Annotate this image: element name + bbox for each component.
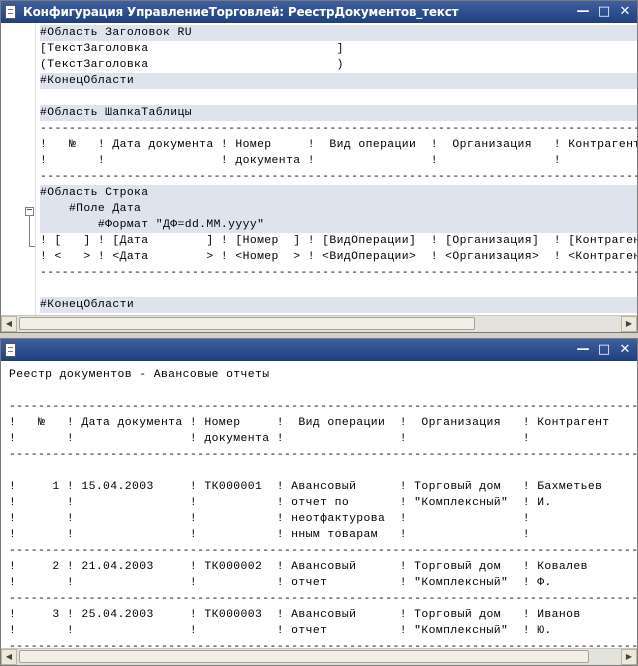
close-button[interactable]: ✕ [617, 4, 633, 19]
template-text-line[interactable]: ! < > ! <Дата > ! <Номер > ! <ВидОпераци… [40, 249, 637, 265]
report-line [9, 463, 637, 479]
minimize-button[interactable]: — [575, 342, 591, 357]
document-icon [5, 343, 16, 357]
fold-bracket-end [29, 246, 35, 247]
template-text-line[interactable]: ----------------------------------------… [40, 169, 637, 185]
report-line: ! ! ! ! отчет по ! "Комплексный" ! И. [9, 497, 552, 509]
report-line [9, 383, 637, 399]
maximize-button[interactable]: □ [596, 4, 612, 19]
maximize-button[interactable]: □ [596, 342, 612, 357]
template-text-line[interactable]: (ТекстЗаголовка ) [40, 57, 637, 73]
report-line: ! ! ! документа ! ! ! [9, 433, 530, 445]
minimize-button[interactable]: — [575, 4, 591, 19]
template-text-line[interactable]: ----------------------------------------… [40, 121, 637, 137]
report-window: — □ ✕ Реестр документов - Авансовые отче… [0, 338, 638, 666]
template-directive-line[interactable]: #Поле Дата [40, 201, 637, 217]
report-lines[interactable]: Реестр документов - Авансовые отчеты ----… [9, 367, 637, 649]
template-directive-line[interactable]: #КонецОбласти [40, 73, 637, 89]
template-editor-titlebar[interactable]: Конфигурация УправлениеТорговлей: Реестр… [1, 1, 637, 23]
scroll-right-arrow-icon[interactable]: ▶ [621, 649, 637, 665]
fold-bracket [29, 216, 30, 247]
fold-minus-icon[interactable]: − [25, 207, 34, 217]
report-line: ----------------------------------------… [9, 593, 637, 605]
template-directive-line[interactable]: #Область Строка [40, 185, 637, 201]
report-line: ! ! ! ! нным товарам ! ! [9, 529, 530, 541]
template-text-line[interactable]: ! № ! Дата документа ! Номер ! Вид опера… [40, 137, 637, 153]
template-directive-line[interactable]: #Область Заголовок RU [40, 25, 637, 41]
report-line: ! ! ! ! отчет ! "Комплексный" ! Ю. [9, 625, 552, 637]
template-text-line[interactable] [40, 89, 637, 105]
document-icon [5, 5, 16, 19]
report-line: ! № ! Дата документа ! Номер ! Вид опера… [9, 417, 610, 429]
report-line: ! 1 ! 15.04.2003 ! ТК000001 ! Авансовый … [9, 481, 603, 493]
report-title: Реестр документов - Авансовые отчеты [9, 369, 270, 381]
window-controls: — □ ✕ [575, 4, 633, 19]
scroll-thumb[interactable] [19, 317, 475, 330]
line-gutter [1, 23, 36, 316]
horizontal-scrollbar[interactable]: ◀ ▶ [1, 315, 637, 332]
report-line: ! ! ! ! отчет ! "Комплексный" ! Ф. [9, 577, 552, 589]
report-titlebar[interactable]: — □ ✕ [1, 339, 637, 361]
template-directive-line[interactable]: #Формат "ДФ=dd.MM.yyyy" [40, 217, 637, 233]
report-line: ----------------------------------------… [9, 449, 637, 461]
scroll-left-arrow-icon[interactable]: ◀ [1, 649, 17, 665]
scroll-right-arrow-icon[interactable]: ▶ [621, 316, 637, 332]
template-text-line[interactable]: ! [ ] ! [Дата ] ! [Номер ] ! [ВидОпераци… [40, 233, 637, 249]
template-directive-line[interactable]: #КонецОбласти [40, 297, 637, 313]
window-title: Конфигурация УправлениеТорговлей: Реестр… [23, 5, 459, 19]
template-text-line[interactable]: ! ! ! документа ! ! ! [40, 153, 637, 169]
window-controls: — □ ✕ [575, 342, 633, 357]
template-lines[interactable]: #Область Заголовок RU [ТекстЗаголовка ] (Т… [40, 25, 637, 313]
scroll-thumb[interactable] [19, 650, 589, 663]
template-text-area[interactable]: − #Область Заголовок RU [ТекстЗаголовка ]… [1, 23, 637, 316]
report-text-area[interactable]: Реестр документов - Авансовые отчеты ----… [1, 361, 637, 649]
report-line: ! ! ! ! неотфактурова ! ! [9, 513, 530, 525]
report-line: ----------------------------------------… [9, 545, 637, 557]
horizontal-scrollbar[interactable]: ◀ ▶ [1, 648, 637, 665]
report-line: ! 3 ! 25.04.2003 ! ТК000003 ! Авансовый … [9, 609, 581, 621]
template-text-line[interactable]: ----------------------------------------… [40, 265, 637, 281]
scroll-left-arrow-icon[interactable]: ◀ [1, 316, 17, 332]
template-directive-line[interactable]: #Область ШапкаТаблицы [40, 105, 637, 121]
template-text-line[interactable] [40, 281, 637, 297]
template-editor-window: Конфигурация УправлениеТорговлей: Реестр… [0, 0, 638, 333]
close-button[interactable]: ✕ [617, 342, 633, 357]
report-line: ----------------------------------------… [9, 401, 637, 413]
report-line: ! 2 ! 21.04.2003 ! ТК000002 ! Авансовый … [9, 561, 588, 573]
template-text-line[interactable]: [ТекстЗаголовка ] [40, 41, 637, 57]
